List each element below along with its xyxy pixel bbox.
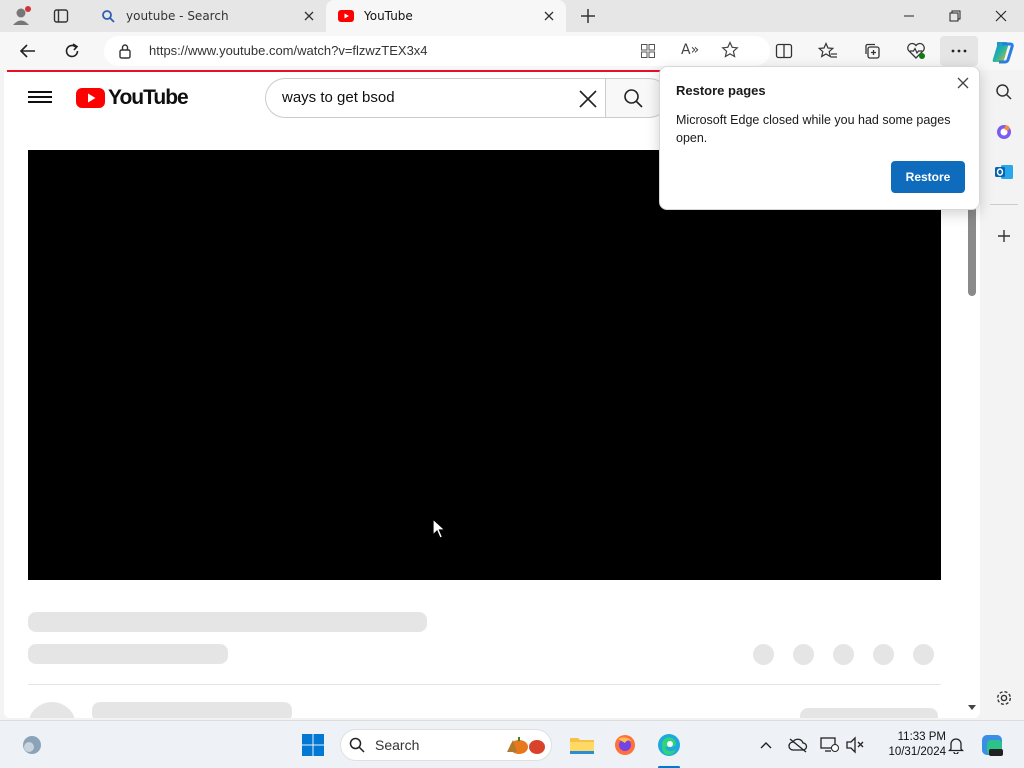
url-text[interactable]: https://www.youtube.com/watch?v=flzwzTEX… [149, 43, 428, 58]
video-player[interactable] [28, 150, 941, 580]
copilot-preview-icon[interactable] [978, 731, 1006, 759]
action-placeholder [913, 644, 934, 665]
start-windows-icon[interactable] [299, 731, 327, 759]
close-tab-icon[interactable] [542, 9, 556, 23]
widgets-weather-icon[interactable] [18, 731, 46, 759]
dialog-message: Microsoft Edge closed while you had some… [676, 113, 951, 145]
restore-button[interactable]: Restore [891, 161, 965, 193]
notifications-bell-icon[interactable] [942, 731, 970, 759]
action-placeholder [793, 644, 814, 665]
action-placeholder [833, 644, 854, 665]
refresh-icon[interactable] [58, 38, 86, 64]
tab-youtube[interactable]: YouTube [326, 0, 566, 32]
app-available-icon[interactable] [640, 43, 656, 63]
subscribe-placeholder [800, 708, 938, 718]
restore-window-button[interactable] [932, 0, 978, 32]
close-tab-icon[interactable] [302, 9, 316, 23]
taskbar-search-box[interactable]: Search [340, 729, 552, 761]
windows-taskbar: Search 11:33 PM 10/31/2024 [0, 720, 1024, 768]
tab-youtube-search[interactable]: youtube - Search [88, 0, 326, 32]
system-clock[interactable]: 11:33 PM 10/31/2024 [868, 730, 946, 760]
new-tab-button[interactable] [576, 4, 600, 28]
collections-icon[interactable] [858, 38, 886, 64]
network-icon[interactable] [815, 731, 843, 759]
search-icon [349, 737, 365, 757]
youtube-search-input[interactable]: ways to get bsod [265, 78, 605, 118]
split-screen-icon[interactable] [770, 38, 798, 64]
show-hidden-icons-chevron-up-icon[interactable] [752, 731, 780, 759]
close-window-button[interactable] [978, 0, 1024, 32]
lock-icon[interactable] [118, 43, 132, 63]
title-placeholder [28, 612, 427, 632]
divider [28, 684, 941, 685]
search-query-text[interactable]: ways to get bsod [282, 89, 395, 106]
taskbar-search-label: Search [375, 737, 420, 753]
add-sidebar-app-icon[interactable] [990, 222, 1018, 250]
address-toolbar: https://www.youtube.com/watch?v=flzwzTEX… [0, 32, 1024, 70]
favorites-icon[interactable] [814, 38, 842, 64]
dialog-title: Restore pages [676, 83, 766, 98]
settings-and-more-button[interactable] [940, 36, 978, 66]
sidebar-search-icon[interactable] [990, 78, 1018, 106]
clock-time: 11:33 PM [897, 731, 946, 743]
copilot-sidebar-icon[interactable] [990, 118, 1018, 146]
dialog-close-icon[interactable] [955, 75, 971, 91]
read-aloud-icon[interactable]: A» [681, 42, 699, 58]
meta-placeholder [28, 644, 228, 664]
channel-name-placeholder [92, 702, 292, 718]
onedrive-offline-icon[interactable] [784, 731, 812, 759]
address-bar[interactable]: https://www.youtube.com/watch?v=flzwzTEX… [104, 36, 770, 66]
outlook-icon[interactable] [990, 158, 1018, 186]
browser-essentials-icon[interactable] [902, 38, 930, 64]
file-explorer-icon[interactable] [568, 731, 596, 759]
edge-sidebar [984, 70, 1024, 718]
tab-title: youtube - Search [126, 9, 229, 23]
profile-icon[interactable] [8, 4, 34, 28]
copilot-icon[interactable] [988, 38, 1016, 66]
clear-search-icon[interactable] [577, 88, 599, 110]
minimize-button[interactable] [886, 0, 932, 32]
firefox-icon[interactable] [611, 731, 639, 759]
edge-browser-icon[interactable] [655, 731, 683, 759]
youtube-favicon-icon [338, 8, 354, 24]
scrollbar-thumb[interactable] [968, 202, 976, 296]
scroll-down-arrow-icon[interactable] [966, 698, 978, 710]
back-arrow-icon[interactable] [14, 38, 42, 64]
youtube-play-logo-icon [76, 88, 105, 108]
mouse-cursor-icon [432, 517, 447, 540]
channel-avatar-placeholder [28, 702, 76, 718]
title-bar: youtube - Search YouTube [0, 0, 1024, 32]
search-icon [100, 8, 116, 24]
action-placeholder [753, 644, 774, 665]
restore-pages-dialog: Restore pages Microsoft Edge closed whil… [659, 66, 980, 210]
youtube-logo-text: YouTube [108, 86, 189, 109]
menu-hamburger-icon[interactable] [28, 88, 52, 108]
volume-muted-icon[interactable] [841, 731, 869, 759]
youtube-logo[interactable]: YouTube [76, 86, 189, 110]
halloween-pumpkin-icon [505, 734, 549, 760]
sidebar-settings-gear-icon[interactable] [990, 684, 1018, 712]
action-placeholder [873, 644, 894, 665]
favorite-star-icon[interactable] [721, 41, 739, 63]
tab-title: YouTube [364, 9, 413, 23]
tab-actions-icon[interactable] [48, 4, 74, 28]
sidebar-divider [990, 204, 1018, 205]
clock-date: 10/31/2024 [888, 746, 946, 758]
